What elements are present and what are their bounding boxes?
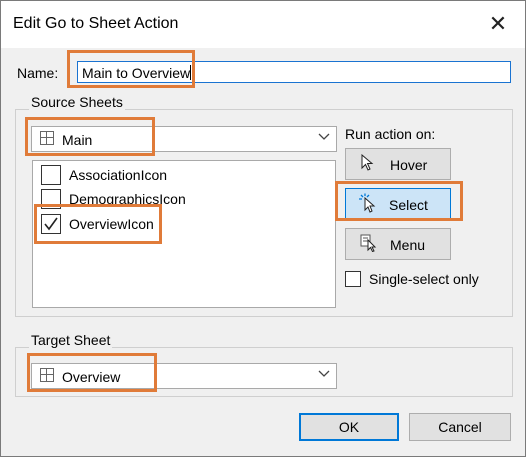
source-sheet-value: Main (62, 132, 93, 148)
target-sheet-dropdown[interactable]: Overview (31, 363, 337, 389)
name-input-value: Main to Overview (82, 65, 191, 81)
source-sheets-label: Source Sheets (29, 94, 125, 110)
title-bar: Edit Go to Sheet Action ✕ (1, 1, 525, 48)
hover-button[interactable]: Hover (345, 148, 451, 180)
chevron-down-icon (318, 130, 330, 145)
chevron-down-icon (318, 367, 330, 382)
sheet-grid-icon (40, 131, 54, 145)
menu-label: Menu (390, 237, 426, 253)
menu-cursor-icon (360, 234, 378, 255)
single-select-checkbox[interactable] (345, 271, 361, 287)
hover-label: Hover (390, 157, 428, 173)
close-icon[interactable]: ✕ (485, 11, 511, 37)
sheet-checkbox-checked[interactable] (41, 214, 61, 234)
target-sheet-value: Overview (62, 369, 121, 385)
dialog-title: Edit Go to Sheet Action (13, 15, 179, 32)
single-select-label: Single-select only (369, 271, 479, 287)
run-action-label: Run action on: (345, 126, 436, 142)
ok-button[interactable]: OK (299, 413, 399, 441)
sheet-checkbox[interactable] (41, 189, 61, 209)
text-caret (190, 65, 192, 80)
edit-go-to-sheet-dialog: Edit Go to Sheet Action ✕ Name: Main to … (0, 0, 526, 457)
menu-button[interactable]: Menu (345, 228, 451, 260)
source-sheet-dropdown[interactable]: Main (31, 126, 337, 152)
cancel-button[interactable]: Cancel (409, 413, 511, 441)
sheet-grid-icon (40, 368, 54, 382)
select-button[interactable]: Select (345, 188, 451, 220)
select-label: Select (389, 197, 428, 213)
sheet-checkbox[interactable] (41, 165, 61, 185)
target-sheet-label: Target Sheet (29, 332, 113, 348)
name-label: Name: (17, 65, 59, 81)
sheet-label: AssociationIcon (69, 167, 168, 183)
checkmark-icon (44, 217, 58, 231)
source-sheet-list: AssociationIcon DemographicsIcon Overvie… (32, 160, 336, 308)
name-input[interactable]: Main to Overview (77, 61, 511, 83)
click-cursor-icon (358, 193, 378, 216)
sheet-label: DemographicsIcon (69, 191, 186, 207)
cursor-arrow-icon (360, 153, 376, 175)
sheet-label: OverviewIcon (69, 216, 154, 232)
